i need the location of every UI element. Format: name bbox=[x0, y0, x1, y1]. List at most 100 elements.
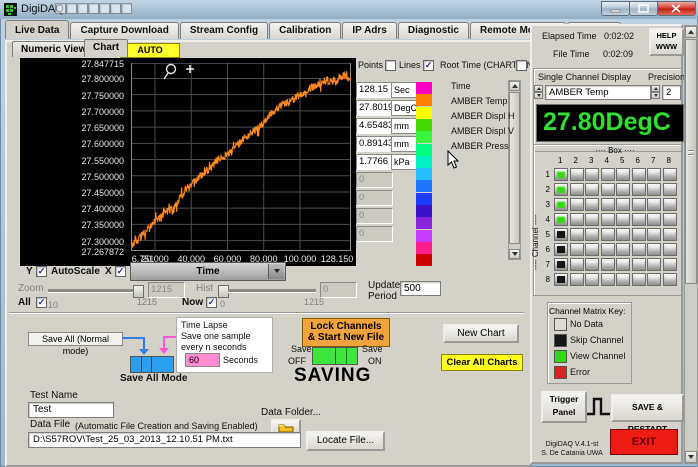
matrix-cell[interactable] bbox=[663, 243, 677, 256]
x-axis-selector-dropdown[interactable]: Time bbox=[130, 262, 286, 281]
spinner-up-icon[interactable] bbox=[651, 85, 660, 92]
main-tab-calibration[interactable]: Calibration bbox=[269, 22, 341, 39]
close-button[interactable] bbox=[657, 1, 696, 16]
main-tab-ip-adrs[interactable]: IP Adrs bbox=[342, 22, 396, 39]
matrix-cell[interactable] bbox=[647, 243, 661, 256]
update-period-input[interactable]: 500 bbox=[400, 281, 441, 296]
window-scrollbar[interactable] bbox=[684, 25, 698, 464]
matrix-cell[interactable] bbox=[554, 228, 568, 241]
matrix-cell[interactable] bbox=[570, 228, 584, 241]
matrix-cell[interactable] bbox=[570, 168, 584, 181]
matrix-cell[interactable] bbox=[585, 228, 599, 241]
root-time-checkbox[interactable] bbox=[516, 60, 527, 71]
channel-checkbox[interactable] bbox=[88, 3, 99, 14]
clear-all-charts-button[interactable]: Clear All Charts bbox=[441, 354, 523, 371]
matrix-cell[interactable] bbox=[601, 183, 615, 196]
zoom-slider-rail[interactable] bbox=[48, 289, 140, 293]
matrix-cell[interactable] bbox=[601, 168, 615, 181]
channel-checkbox[interactable] bbox=[110, 3, 121, 14]
matrix-cell[interactable] bbox=[663, 198, 677, 211]
test-name-input[interactable]: Test bbox=[28, 402, 114, 418]
matrix-cell[interactable] bbox=[601, 243, 615, 256]
matrix-cell[interactable] bbox=[570, 213, 584, 226]
matrix-cell[interactable] bbox=[601, 258, 615, 271]
lock-channels-button[interactable]: Lock Channels & Start New File bbox=[302, 318, 390, 347]
matrix-cell[interactable] bbox=[585, 258, 599, 271]
chart-widget[interactable]: 27.84771527.80000027.75000027.70000027.6… bbox=[20, 58, 356, 266]
matrix-cell[interactable] bbox=[570, 273, 584, 286]
seconds-input[interactable]: 60 bbox=[185, 353, 220, 367]
matrix-cell[interactable] bbox=[601, 198, 615, 211]
matrix-cell[interactable] bbox=[663, 228, 677, 241]
channel-checkbox[interactable] bbox=[55, 3, 66, 14]
matrix-cell[interactable] bbox=[585, 183, 599, 196]
matrix-cell[interactable] bbox=[632, 198, 646, 211]
main-tab-live-data[interactable]: Live Data bbox=[5, 20, 69, 39]
channel-checkbox[interactable] bbox=[99, 3, 110, 14]
spinner-down-icon[interactable] bbox=[534, 92, 543, 99]
channel-checkbox[interactable] bbox=[66, 3, 77, 14]
channel-selector-spinner[interactable] bbox=[534, 85, 543, 99]
matrix-cell[interactable] bbox=[663, 213, 677, 226]
matrix-cell[interactable] bbox=[570, 258, 584, 271]
matrix-cell[interactable] bbox=[616, 258, 630, 271]
mode-slider-thumb[interactable] bbox=[141, 357, 152, 372]
channel-selector-value[interactable]: AMBER Temp bbox=[545, 85, 651, 100]
matrix-cell[interactable] bbox=[585, 168, 599, 181]
exit-button[interactable]: EXIT bbox=[610, 429, 678, 455]
matrix-cell[interactable] bbox=[663, 168, 677, 181]
locate-file-button[interactable]: Locate File... bbox=[306, 431, 385, 451]
matrix-cell[interactable] bbox=[616, 273, 630, 286]
chevron-down-icon[interactable] bbox=[268, 264, 284, 279]
matrix-cell[interactable] bbox=[570, 243, 584, 256]
matrix-cell[interactable] bbox=[554, 273, 568, 286]
matrix-cell[interactable] bbox=[647, 213, 661, 226]
matrix-cell[interactable] bbox=[554, 258, 568, 271]
minimize-button[interactable] bbox=[601, 1, 630, 16]
matrix-cell[interactable] bbox=[616, 213, 630, 226]
matrix-cell[interactable] bbox=[632, 183, 646, 196]
save-on-off-slider[interactable] bbox=[312, 347, 358, 365]
matrix-cell[interactable] bbox=[601, 228, 615, 241]
tab-numeric-view[interactable]: Numeric View bbox=[12, 41, 95, 57]
matrix-cell[interactable] bbox=[585, 198, 599, 211]
save-all-mode-slider[interactable] bbox=[130, 356, 174, 373]
matrix-cell[interactable] bbox=[570, 183, 584, 196]
all-checkbox[interactable]: ✓ bbox=[36, 297, 47, 308]
x-autoscale-checkbox[interactable]: ✓ bbox=[115, 266, 126, 277]
matrix-cell[interactable] bbox=[554, 168, 568, 181]
matrix-cell[interactable] bbox=[632, 243, 646, 256]
maximize-button[interactable] bbox=[629, 1, 658, 16]
spinner-up-icon[interactable] bbox=[534, 85, 543, 92]
scroll-down-icon[interactable] bbox=[685, 451, 697, 463]
channel-list-scrollbar[interactable] bbox=[508, 80, 521, 260]
matrix-cell[interactable] bbox=[647, 273, 661, 286]
matrix-cell[interactable] bbox=[554, 198, 568, 211]
matrix-cell[interactable] bbox=[554, 213, 568, 226]
save-restart-button[interactable]: SAVE & RESTART bbox=[611, 394, 684, 422]
matrix-cell[interactable] bbox=[647, 228, 661, 241]
matrix-cell[interactable] bbox=[647, 198, 661, 211]
matrix-cell[interactable] bbox=[663, 183, 677, 196]
trigger-panel-button[interactable]: Trigger Panel bbox=[541, 391, 587, 423]
scrollbar-thumb[interactable] bbox=[685, 39, 697, 284]
new-chart-button[interactable]: New Chart bbox=[443, 324, 519, 343]
matrix-cell[interactable] bbox=[554, 183, 568, 196]
matrix-cell[interactable] bbox=[601, 213, 615, 226]
matrix-cell[interactable] bbox=[616, 228, 630, 241]
matrix-cell[interactable] bbox=[616, 168, 630, 181]
matrix-cell[interactable] bbox=[632, 168, 646, 181]
precision-spinner[interactable] bbox=[651, 85, 660, 99]
matrix-cell[interactable] bbox=[585, 213, 599, 226]
matrix-cell[interactable] bbox=[632, 213, 646, 226]
matrix-cell[interactable] bbox=[663, 273, 677, 286]
matrix-cell[interactable] bbox=[616, 198, 630, 211]
matrix-cell[interactable] bbox=[616, 243, 630, 256]
lines-checkbox[interactable]: ✓ bbox=[423, 60, 434, 71]
points-checkbox[interactable] bbox=[385, 60, 396, 71]
matrix-cell[interactable] bbox=[647, 258, 661, 271]
hist-slider-rail[interactable] bbox=[228, 289, 316, 293]
channel-checkbox[interactable] bbox=[77, 3, 88, 14]
data-file-path-input[interactable]: D:\S57ROV\Test_25_03_2013_12.10.51 PM.tx… bbox=[28, 432, 301, 448]
hist-value-box[interactable]: 0 bbox=[320, 282, 357, 298]
